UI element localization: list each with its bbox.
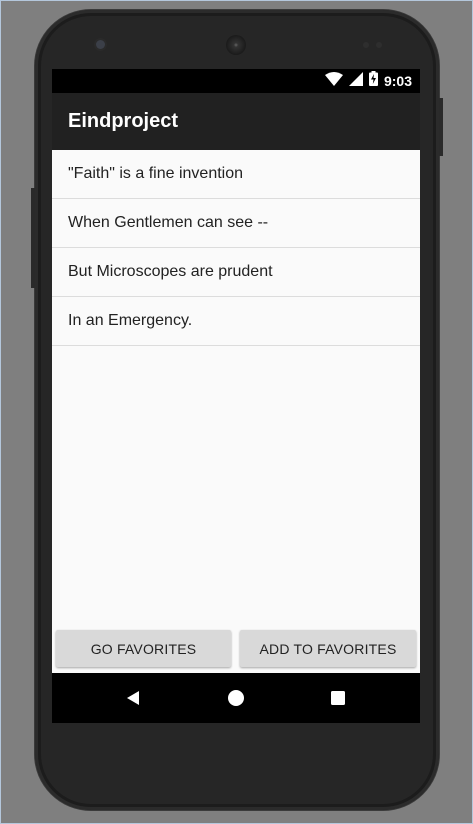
volume-rocker[interactable] [31,188,35,288]
recents-icon[interactable] [318,673,358,723]
app-bar: Eindproject [52,93,420,150]
navigation-bar [52,673,420,723]
list-item[interactable]: But Microscopes are prudent [52,248,420,297]
quote-list: "Faith" is a fine invention When Gentlem… [52,150,420,346]
status-bar: 9:03 [52,69,420,93]
list-item[interactable]: In an Emergency. [52,297,420,346]
cell-signal-icon [348,71,363,91]
list-item[interactable]: "Faith" is a fine invention [52,150,420,199]
status-time: 9:03 [383,73,412,89]
proximity-sensor [363,42,369,48]
button-row: GO FAVORITES ADD TO FAVORITES [52,627,420,673]
device-screen: 9:03 Eindproject "Faith" is a fine inven… [52,69,420,723]
home-icon[interactable] [216,673,256,723]
list-item[interactable]: When Gentlemen can see -- [52,199,420,248]
app-title: Eindproject [68,110,179,132]
front-camera [96,40,105,49]
add-to-favorites-button[interactable]: ADD TO FAVORITES [240,630,416,667]
light-sensor [376,42,382,48]
back-icon[interactable] [113,673,153,723]
wifi-icon [324,71,343,91]
battery-charging-icon [368,71,378,91]
power-button[interactable] [439,98,443,156]
go-favorites-button[interactable]: GO FAVORITES [56,630,231,667]
earpiece-speaker [226,35,246,55]
